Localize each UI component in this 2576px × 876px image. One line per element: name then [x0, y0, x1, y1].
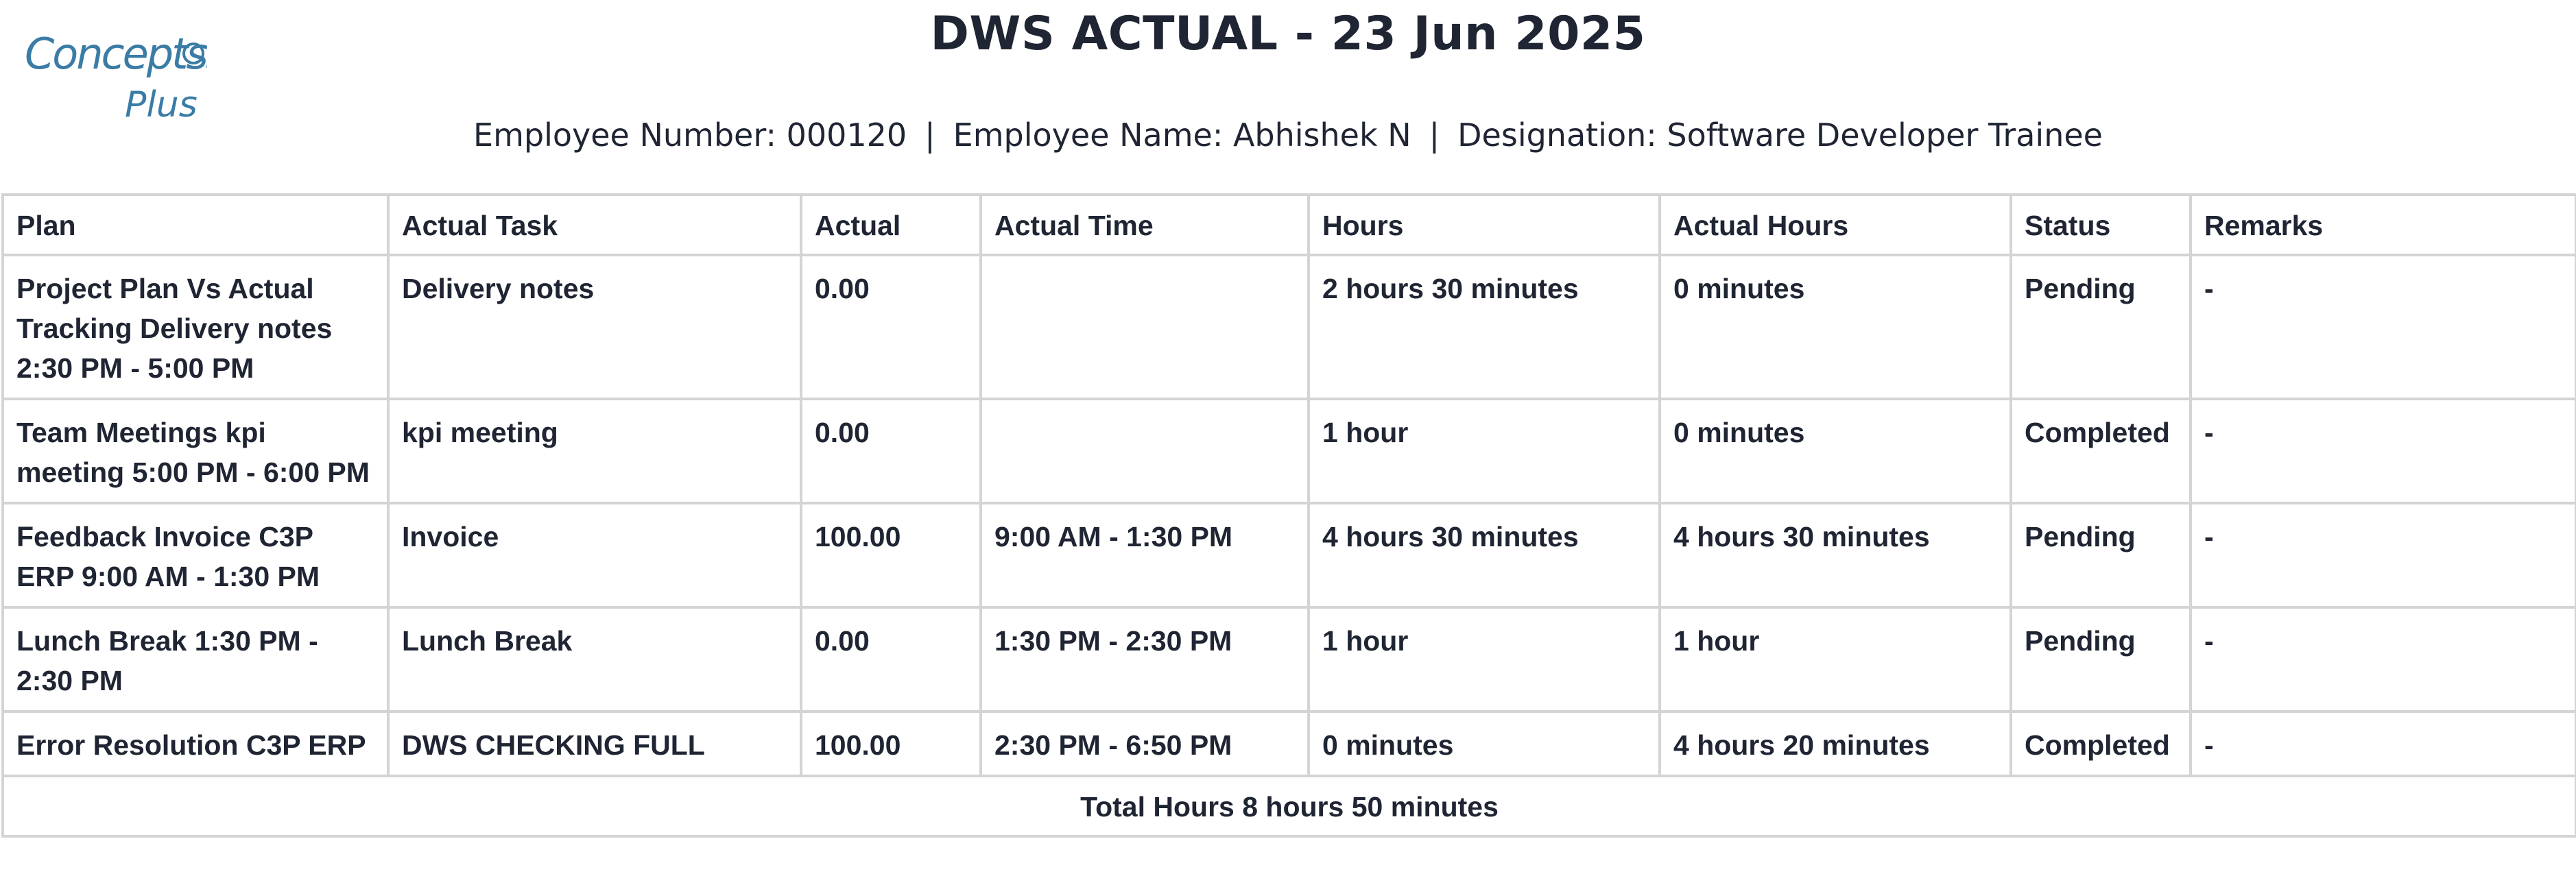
actual-time-cell: 1:30 PM - 2:30 PM [979, 606, 1310, 713]
actual-cell: 100.00 [800, 710, 982, 777]
employee-number: Employee Number: 000120 [473, 117, 907, 154]
employee-info: Employee Number: 000120 | Employee Name: A… [0, 117, 2576, 154]
column-header-status: Status [2009, 193, 2192, 256]
actual-time-cell: 2:30 PM - 6:50 PM [979, 710, 1310, 777]
column-header-hours: Hours [1307, 193, 1661, 256]
status-cell: Pending [2009, 606, 2192, 713]
column-header-plan: Plan [1, 193, 390, 256]
table-row: Feedback Invoice C3P ERP 9:00 AM - 1:30 … [1, 502, 2576, 609]
actual-hours-cell: 4 hours 20 minutes [1658, 710, 2012, 777]
page-title: DWS ACTUAL - 23 Jun 2025 [930, 7, 1646, 61]
hours-cell: 1 hour [1307, 606, 1661, 713]
employee-name: Employee Name: Abhishek N [953, 117, 1411, 154]
actual-task-cell: DWS CHECKING FULL [387, 710, 802, 777]
actual-time-cell [979, 398, 1310, 504]
table-row: Error Resolution C3P ERP DWS CHECKING FU… [1, 710, 2576, 777]
hours-cell: 2 hours 30 minutes [1307, 254, 1661, 400]
column-header-actual-time: Actual Time [979, 193, 1310, 256]
remarks-cell: - [2189, 254, 2576, 400]
status-cell: Pending [2009, 502, 2192, 609]
plan-cell: Feedback Invoice C3P ERP 9:00 AM - 1:30 … [1, 502, 390, 609]
designation: Designation: Software Developer Trainee [1457, 117, 2103, 154]
remarks-cell: - [2189, 502, 2576, 609]
table-row: Team Meetings kpi meeting 5:00 PM - 6:00… [1, 398, 2576, 504]
status-cell: Completed [2009, 710, 2192, 777]
separator: | [925, 117, 935, 154]
plan-cell: Lunch Break 1:30 PM - 2:30 PM [1, 606, 390, 713]
hours-cell: 0 minutes [1307, 710, 1661, 777]
remarks-cell: - [2189, 710, 2576, 777]
actual-task-cell: Lunch Break [387, 606, 802, 713]
plan-cell: Error Resolution C3P ERP [1, 710, 390, 777]
actual-cell: 100.00 [800, 502, 982, 609]
total-row: Total Hours 8 hours 50 minutes [1, 775, 2576, 838]
hours-cell: 4 hours 30 minutes [1307, 502, 1661, 609]
hours-cell: 1 hour [1307, 398, 1661, 504]
table-row: Lunch Break 1:30 PM - 2:30 PM Lunch Brea… [1, 606, 2576, 713]
actual-task-cell: kpi meeting [387, 398, 802, 504]
plan-cell: Project Plan Vs Actual Tracking Delivery… [1, 254, 390, 400]
actual-task-cell: Invoice [387, 502, 802, 609]
table-row: Project Plan Vs Actual Tracking Delivery… [1, 254, 2576, 400]
separator: | [1429, 117, 1440, 154]
column-header-actual-task: Actual Task [387, 193, 802, 256]
actual-time-cell: 9:00 AM - 1:30 PM [979, 502, 1310, 609]
actual-hours-cell: 1 hour [1658, 606, 2012, 713]
actual-cell: 0.00 [800, 254, 982, 400]
column-header-actual: Actual [800, 193, 982, 256]
remarks-cell: - [2189, 398, 2576, 504]
status-cell: Pending [2009, 254, 2192, 400]
plan-cell: Team Meetings kpi meeting 5:00 PM - 6:00… [1, 398, 390, 504]
table-header-row: Plan Actual Task Actual Actual Time Hour… [1, 193, 2576, 256]
status-cell: Completed [2009, 398, 2192, 504]
column-header-actual-hours: Actual Hours [1658, 193, 2012, 256]
column-header-remarks: Remarks [2189, 193, 2576, 256]
actual-time-cell [979, 254, 1310, 400]
actual-hours-cell: 0 minutes [1658, 254, 2012, 400]
actual-cell: 0.00 [800, 606, 982, 713]
dws-table: Plan Actual Task Actual Actual Time Hour… [1, 193, 2576, 838]
actual-hours-cell: 4 hours 30 minutes [1658, 502, 2012, 609]
actual-hours-cell: 0 minutes [1658, 398, 2012, 504]
total-hours: Total Hours 8 hours 50 minutes [1, 775, 2576, 838]
remarks-cell: - [2189, 606, 2576, 713]
actual-task-cell: Delivery notes [387, 254, 802, 400]
actual-cell: 0.00 [800, 398, 982, 504]
